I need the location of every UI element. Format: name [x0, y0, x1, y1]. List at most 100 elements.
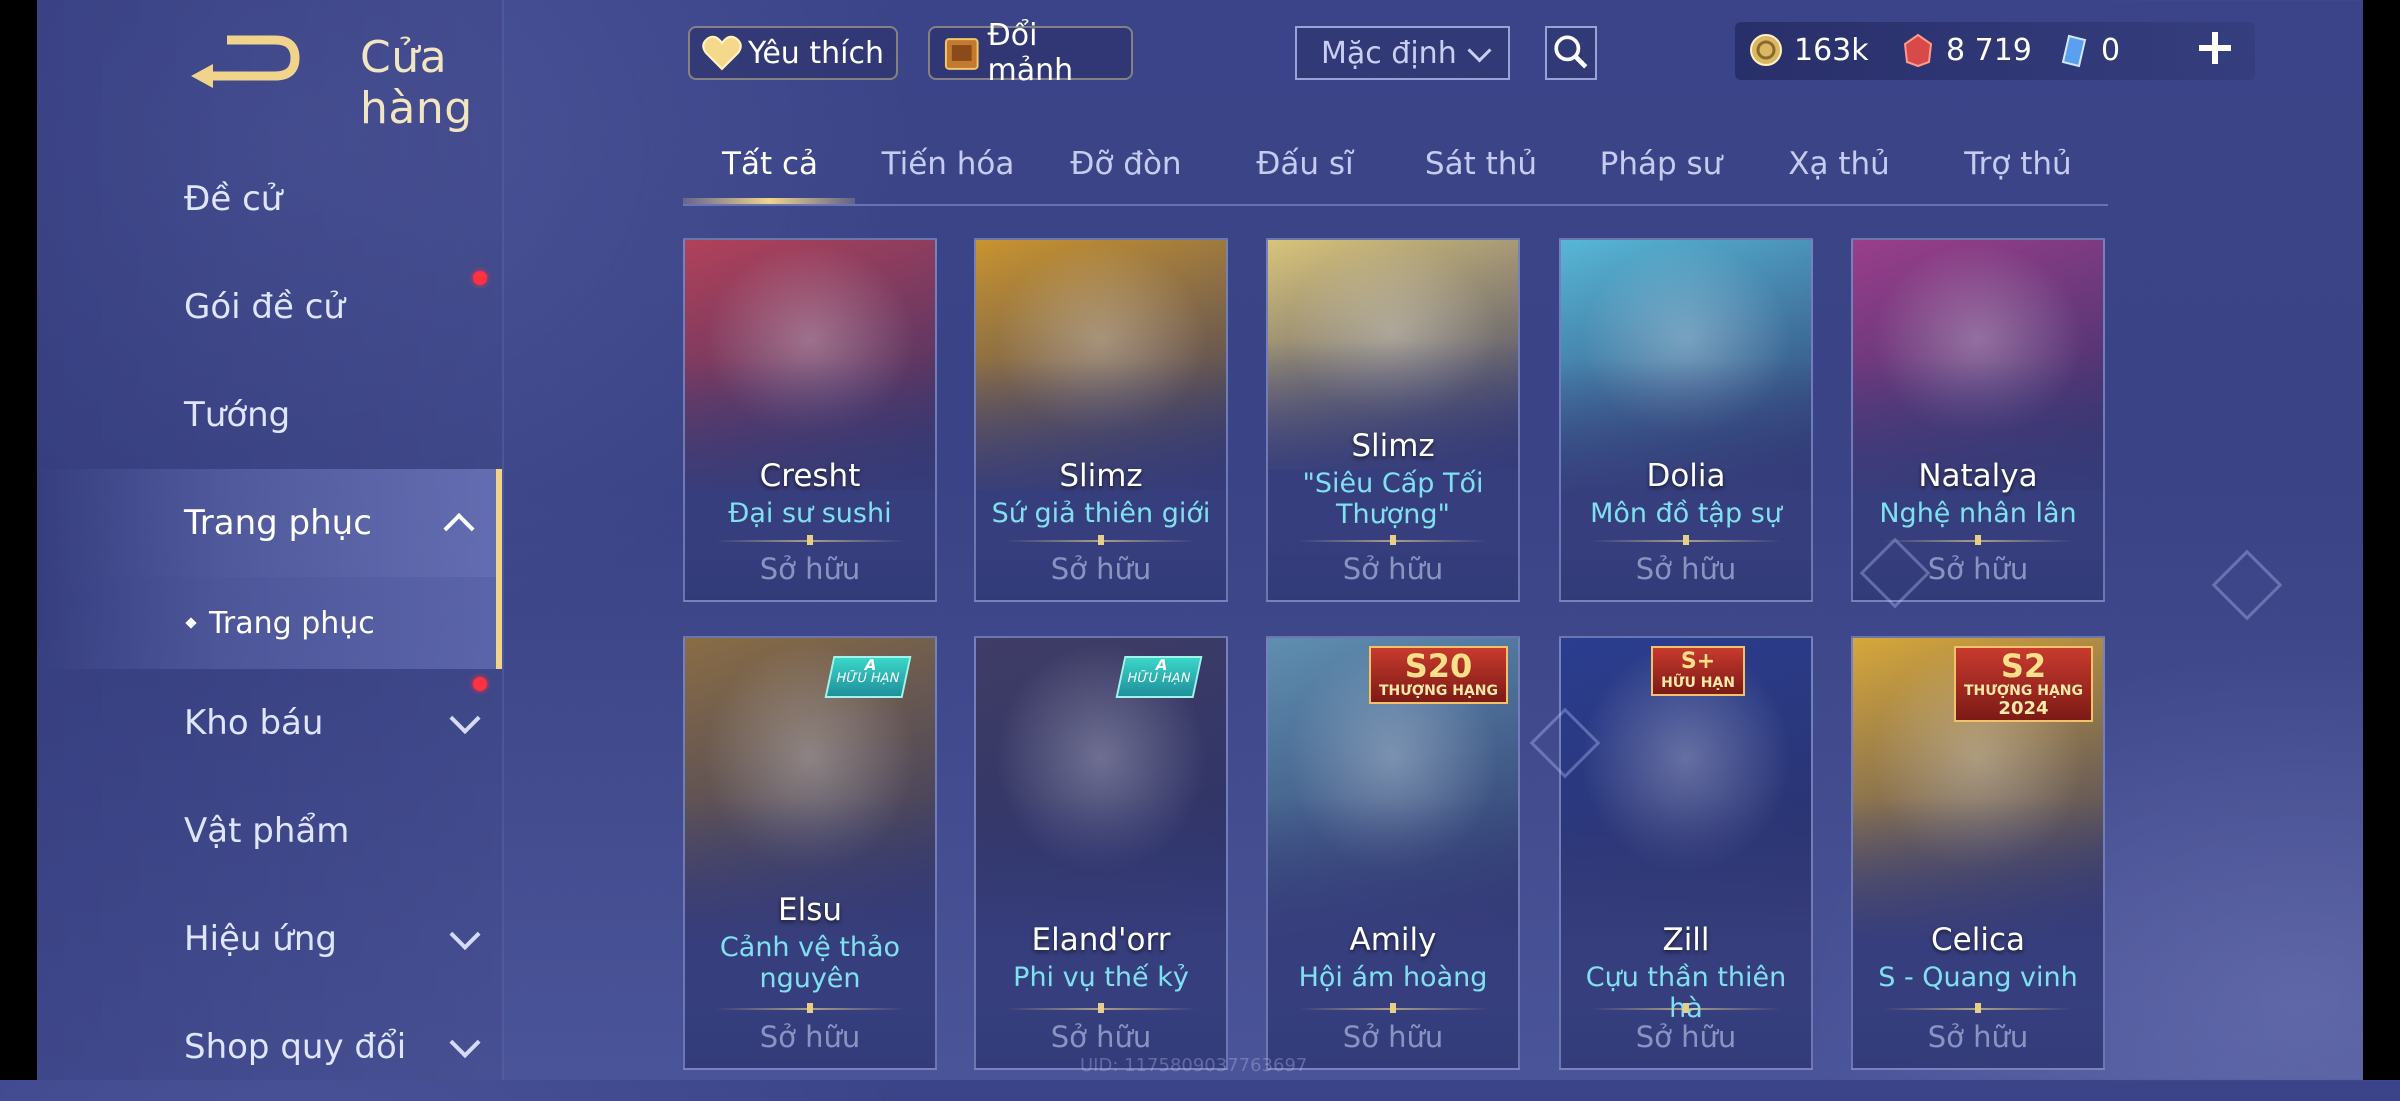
sidebar-item-effects[interactable]: Hiệu ứng	[37, 885, 502, 993]
sidebar-item-label: Đề cử	[184, 179, 283, 219]
tab-fighter[interactable]: Đấu sĩ	[1256, 146, 1353, 182]
red-voucher-icon	[1903, 33, 1933, 68]
skin-card[interactable]: A HỮU HẠN Elsu Cảnh vệ thảo nguyên Sở hữu	[683, 636, 937, 1070]
tab-marksman[interactable]: Xạ thủ	[1788, 146, 1890, 182]
sidebar: Cửa hàng Đề cử Gói đề cử Tướng Trang phụ…	[37, 0, 504, 1080]
tab-assassin[interactable]: Sát thủ	[1425, 146, 1537, 182]
badge-grade: A	[862, 656, 879, 674]
owned-status: Sở hữu	[759, 1020, 861, 1054]
owned-status: Sở hữu	[759, 552, 861, 586]
chevron-down-icon	[449, 703, 481, 735]
sidebar-item-label: Vật phẩm	[184, 811, 350, 851]
badge-text: HỮU HẠN	[834, 671, 901, 686]
badge-text: HỮU HẠN	[1125, 671, 1192, 686]
tab-mage[interactable]: Pháp sư	[1600, 146, 1723, 182]
skin-card[interactable]: A HỮU HẠN Eland'orr Phi vụ thế kỷ Sở hữu	[974, 636, 1228, 1070]
chevron-down-icon	[1467, 38, 1492, 63]
sort-dropdown[interactable]: Mặc định	[1295, 26, 1510, 80]
sidebar-item-label: Shop quy đổi	[184, 1027, 407, 1067]
sidebar-subitem-skins[interactable]: Trang phục	[37, 577, 502, 669]
skin-name: Phi vụ thế kỷ	[1013, 962, 1189, 993]
skin-name: "Siêu Cấp Tối Thượng"	[1302, 468, 1484, 530]
hero-name: Celica	[1931, 922, 2025, 958]
sidebar-item-exchange-shop[interactable]: Shop quy đổi	[37, 993, 502, 1101]
favorites-button[interactable]: Yêu thích	[688, 26, 898, 80]
sidebar-nav: Đề cử Gói đề cử Tướng Trang phục Trang p…	[37, 145, 502, 1101]
back-button[interactable]	[187, 30, 307, 90]
sort-selected-value: Mặc định	[1321, 35, 1457, 71]
shard-exchange-label: Đổi mảnh	[987, 18, 1074, 88]
skin-card[interactable]: Cresht Đại sư sushi Sở hữu	[683, 238, 937, 602]
card-divider	[1883, 1008, 2073, 1010]
bullet-icon	[185, 617, 197, 629]
sidebar-item-items[interactable]: Vật phẩm	[37, 777, 502, 885]
sidebar-subitem-label: Trang phục	[209, 605, 375, 641]
sidebar-item-heroes[interactable]: Tướng	[37, 361, 502, 469]
skin-card[interactable]: Slimz Sứ giả thiên giới Sở hữu	[974, 238, 1228, 602]
skin-card[interactable]: Dolia Môn đồ tập sự Sở hữu	[1559, 238, 1813, 602]
chevron-down-icon	[449, 1027, 481, 1059]
active-tab-indicator	[683, 198, 855, 204]
currency-red: 8 719	[1900, 32, 2032, 68]
skin-card[interactable]: S20 THƯỢNG HẠNG Amily Hội ám hoàng Sở hữu	[1266, 636, 1520, 1070]
tab-support[interactable]: Trợ thủ	[1964, 146, 2071, 182]
skin-card[interactable]: Slimz "Siêu Cấp Tối Thượng" Sở hữu	[1266, 238, 1520, 602]
skin-name: Nghệ nhân lân	[1879, 498, 2077, 529]
heart-icon	[702, 35, 742, 71]
card-divider	[715, 1008, 905, 1010]
card-divider	[1591, 1008, 1781, 1010]
owned-status: Sở hữu	[1635, 1020, 1737, 1054]
owned-status: Sở hữu	[1635, 552, 1737, 586]
limited-badge: A HỮU HẠN	[1115, 656, 1203, 698]
sidebar-item-treasure[interactable]: Kho báu	[37, 669, 502, 777]
card-divider	[1591, 540, 1781, 542]
search-icon	[1554, 35, 1588, 69]
currency-gold: 163k	[1748, 32, 1869, 68]
skin-card[interactable]: S2 THƯỢNG HẠNG 2024 Celica S - Quang vinh …	[1851, 636, 2105, 1070]
hero-name: Dolia	[1646, 458, 1726, 494]
left-screen-edge	[0, 0, 37, 1080]
sidebar-item-label: Tướng	[184, 395, 291, 435]
season-badge: S20 THƯỢNG HẠNG	[1368, 646, 1508, 704]
blue-ticket-icon	[2061, 34, 2087, 68]
owned-status: Sở hữu	[1342, 1020, 1444, 1054]
hero-name: Eland'orr	[1031, 922, 1171, 958]
limited-badge: S+ HỮU HẠN	[1651, 646, 1745, 696]
badge-grade: S+	[1680, 649, 1716, 674]
role-tabs: Tất cả Tiến hóa Đỡ đòn Đấu sĩ Sát thủ Ph…	[683, 140, 2108, 206]
badge-year: 2024	[1998, 698, 2049, 719]
notification-dot	[473, 271, 487, 285]
tab-all[interactable]: Tất cả	[722, 146, 818, 182]
tab-tank[interactable]: Đỡ đòn	[1070, 146, 1181, 182]
skin-name: Cựu thần thiên hà	[1585, 962, 1787, 1024]
hero-name: Slimz	[1351, 428, 1435, 464]
hero-name: Cresht	[759, 458, 861, 494]
skin-name: S - Quang vinh	[1878, 962, 2078, 993]
add-currency-button[interactable]	[2195, 28, 2235, 68]
card-divider	[1298, 1008, 1488, 1010]
skin-name: Môn đồ tập sự	[1590, 498, 1782, 529]
hero-name: Amily	[1349, 922, 1437, 958]
skin-name: Hội ám hoàng	[1298, 962, 1488, 993]
badge-season: S2	[2000, 647, 2047, 685]
sidebar-item-recommended-packs[interactable]: Gói đề cử	[37, 253, 502, 361]
hero-name: Natalya	[1918, 458, 2038, 494]
decorative-diamond	[2211, 549, 2283, 621]
shard-exchange-button[interactable]: Đổi mảnh	[928, 18, 1133, 88]
skin-card[interactable]: S+HỮU HẠN Zill Cựu thần thiên hà Sở hữu	[1559, 636, 1813, 1070]
hero-name: Elsu	[778, 892, 842, 928]
owned-status: Sở hữu	[1342, 552, 1444, 586]
sidebar-item-recommended[interactable]: Đề cử	[37, 145, 502, 253]
chevron-down-icon	[449, 919, 481, 951]
owned-status: Sở hữu	[1927, 1020, 2029, 1054]
sidebar-item-label: Gói đề cử	[184, 287, 345, 327]
tab-evolution[interactable]: Tiến hóa	[882, 146, 1015, 182]
card-divider	[715, 540, 905, 542]
search-button[interactable]	[1545, 26, 1597, 80]
skin-name: Đại sư sushi	[728, 498, 892, 529]
card-divider	[1883, 540, 2073, 542]
gold-amount: 163k	[1794, 32, 1869, 68]
badge-text: THƯỢNG HẠNG	[1378, 683, 1498, 699]
card-divider	[1006, 540, 1196, 542]
sidebar-item-skins[interactable]: Trang phục	[37, 469, 502, 577]
